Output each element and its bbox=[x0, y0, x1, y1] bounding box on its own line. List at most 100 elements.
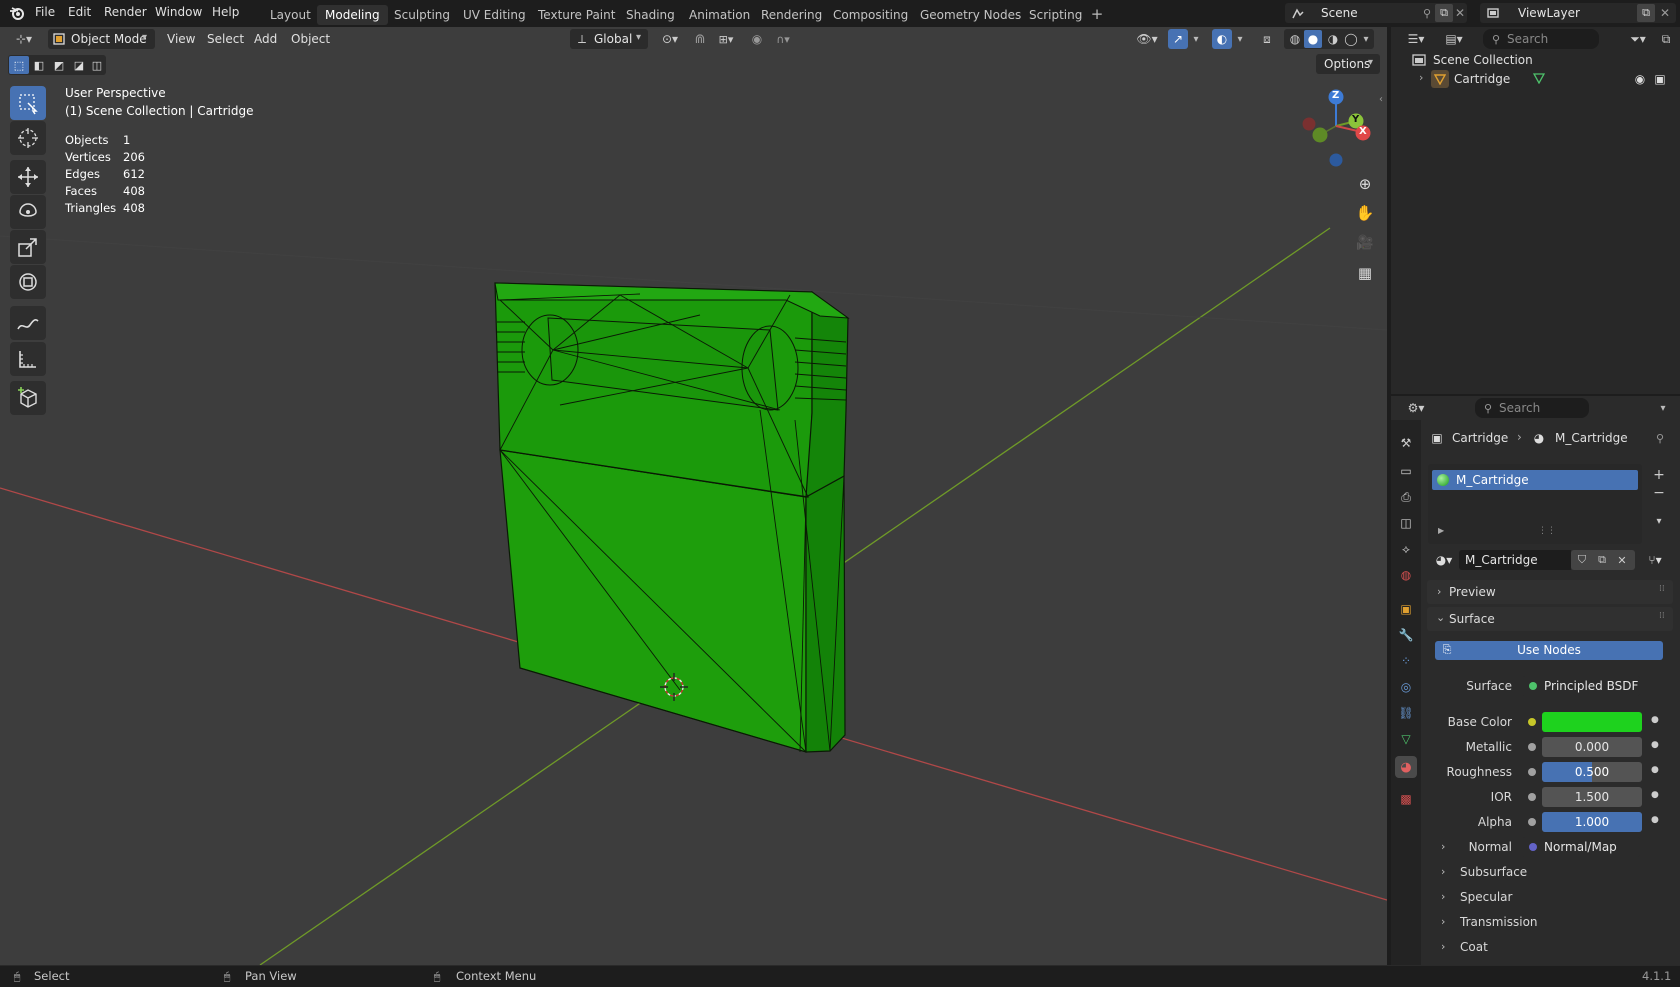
select-subtract-icon[interactable]: ◩ bbox=[49, 56, 69, 74]
tab-layout[interactable]: Layout bbox=[262, 5, 319, 25]
mesh-data-icon[interactable] bbox=[1531, 70, 1547, 86]
menu-window[interactable]: Window bbox=[155, 5, 202, 19]
subpanel-coat[interactable]: Coat bbox=[1460, 940, 1488, 954]
sidebar-toggle-icon[interactable]: ‹ bbox=[1376, 92, 1386, 106]
tab-animation[interactable]: Animation bbox=[681, 5, 758, 25]
physics-tab-icon[interactable]: ◎ bbox=[1397, 678, 1415, 696]
menu-view[interactable]: View bbox=[167, 29, 195, 49]
new-scene-icon[interactable]: ⧉ bbox=[1435, 4, 1453, 22]
keyframe-dot-icon[interactable]: ● bbox=[1651, 715, 1659, 725]
material-slot-item[interactable]: M_Cartridge bbox=[1432, 470, 1638, 490]
tab-rendering[interactable]: Rendering bbox=[753, 5, 830, 25]
keyframe-dot-icon[interactable]: ● bbox=[1651, 790, 1659, 800]
chevron-right-icon[interactable]: › bbox=[1441, 940, 1445, 953]
data-tab-icon[interactable]: ▽ bbox=[1397, 730, 1415, 748]
keyframe-dot-icon[interactable]: ● bbox=[1651, 765, 1659, 775]
scale-tool[interactable] bbox=[10, 230, 46, 264]
menu-help[interactable]: Help bbox=[212, 5, 239, 19]
blender-logo-icon[interactable] bbox=[8, 4, 26, 22]
solid-shading-icon[interactable]: ● bbox=[1304, 30, 1322, 48]
use-nodes-button[interactable]: ⎘ Use Nodes bbox=[1435, 641, 1663, 660]
visibility-icon[interactable]: 👁▾ bbox=[1132, 30, 1162, 48]
camera-icon[interactable]: ▣ bbox=[1651, 70, 1669, 88]
wireframe-shading-icon[interactable]: ◍ bbox=[1286, 30, 1304, 48]
shading-dropdown-icon[interactable]: ▾ bbox=[1360, 30, 1372, 48]
display-mode-icon[interactable]: ▤▾ bbox=[1439, 30, 1469, 48]
overlay-dropdown-icon[interactable]: ▾ bbox=[1234, 30, 1246, 48]
keyframe-dot-icon[interactable]: ● bbox=[1651, 740, 1659, 750]
roughness-field[interactable]: 0.500 bbox=[1542, 762, 1642, 782]
gizmo-z-label[interactable]: Z bbox=[1332, 90, 1339, 101]
gizmo-toggle-icon[interactable]: ↗ bbox=[1168, 29, 1188, 49]
options-dropdown[interactable]: Options ▾ bbox=[1316, 54, 1380, 74]
select-extend-icon[interactable]: ◧ bbox=[29, 56, 49, 74]
delete-view-layer-icon[interactable]: ✕ bbox=[1658, 5, 1672, 21]
slot-link-icon[interactable]: ⑂▾ bbox=[1640, 550, 1670, 570]
select-intersect-icon[interactable]: ◫ bbox=[89, 56, 105, 74]
tab-modeling[interactable]: Modeling bbox=[317, 5, 388, 25]
menu-object[interactable]: Object bbox=[291, 29, 330, 49]
properties-options-icon[interactable]: ▾ bbox=[1655, 399, 1671, 417]
menu-edit[interactable]: Edit bbox=[68, 5, 91, 19]
expand-chevron-icon[interactable]: › bbox=[1419, 71, 1423, 84]
tab-geometry-nodes[interactable]: Geometry Nodes bbox=[912, 5, 1029, 25]
gizmo-dropdown-icon[interactable]: ▾ bbox=[1190, 30, 1202, 48]
editor-type-icon[interactable]: ⊹▾ bbox=[10, 30, 38, 48]
menu-add[interactable]: Add bbox=[254, 29, 277, 49]
tab-uv-editing[interactable]: UV Editing bbox=[455, 5, 534, 25]
scene-tab-icon[interactable]: ⟡ bbox=[1397, 540, 1415, 558]
menu-file[interactable]: File bbox=[35, 5, 55, 19]
fake-user-icon[interactable]: ⛉ bbox=[1573, 551, 1591, 569]
outliner-search[interactable]: ⚲ Search bbox=[1483, 29, 1599, 49]
eye-icon[interactable]: ◉ bbox=[1631, 70, 1649, 88]
pin-icon[interactable]: ⚲ bbox=[1652, 430, 1668, 446]
gizmo-x-label[interactable]: X bbox=[1359, 126, 1367, 137]
overlay-toggle-icon[interactable]: ◐ bbox=[1212, 29, 1232, 49]
transform-tool[interactable] bbox=[10, 265, 46, 299]
subpanel-specular[interactable]: Specular bbox=[1460, 890, 1512, 904]
material-name-field[interactable]: M_Cartridge bbox=[1459, 550, 1571, 570]
tab-sculpting[interactable]: Sculpting bbox=[386, 5, 458, 25]
drag-handle-icon[interactable]: ⁞⁞ bbox=[1659, 584, 1665, 594]
proportional-edit-icon[interactable]: ◉ bbox=[748, 30, 766, 48]
measure-tool[interactable] bbox=[10, 342, 46, 376]
move-tool[interactable] bbox=[10, 160, 46, 194]
add-slot-icon[interactable]: + bbox=[1650, 466, 1668, 484]
snap-icon[interactable]: ⋒ bbox=[690, 30, 710, 48]
select-invert-icon[interactable]: ◪ bbox=[69, 56, 89, 74]
output-tab-icon[interactable]: ⎙ bbox=[1397, 488, 1415, 506]
material-tab-icon[interactable]: ◕ bbox=[1395, 756, 1417, 778]
add-workspace-icon[interactable]: + bbox=[1089, 5, 1105, 23]
rendered-shading-icon[interactable]: ◯ bbox=[1342, 30, 1360, 48]
outliner-editor-type-icon[interactable]: ☰▾ bbox=[1401, 30, 1431, 48]
surface-panel-header[interactable]: ⌄ Surface ⁞⁞ bbox=[1427, 607, 1673, 631]
chevron-right-icon[interactable]: › bbox=[1441, 890, 1445, 903]
tab-shading[interactable]: Shading bbox=[618, 5, 683, 25]
outliner-item-cartridge[interactable]: Cartridge bbox=[1454, 72, 1510, 86]
menu-select[interactable]: Select bbox=[207, 29, 244, 49]
tool-tab-icon[interactable]: ⚒ bbox=[1397, 434, 1415, 452]
chevron-right-icon[interactable]: › bbox=[1441, 915, 1445, 928]
new-view-layer-icon[interactable]: ⧉ bbox=[1637, 4, 1655, 22]
transform-orientation-selector[interactable]: ⟂ Global ▾ bbox=[570, 29, 648, 49]
render-tab-icon[interactable]: ▭ bbox=[1397, 462, 1415, 480]
properties-editor-type-icon[interactable]: ⚙▾ bbox=[1401, 399, 1431, 417]
filter-icon[interactable]: ⏷▾ bbox=[1623, 30, 1653, 48]
resize-handle-icon[interactable]: ⋮⋮ bbox=[1538, 526, 1556, 536]
particles-tab-icon[interactable]: ⁘ bbox=[1397, 652, 1415, 670]
slot-menu-icon[interactable]: ▾ bbox=[1650, 512, 1668, 530]
pin-icon[interactable]: ⚲ bbox=[1419, 5, 1435, 21]
scene-collection-label[interactable]: Scene Collection bbox=[1433, 53, 1533, 67]
modifier-tab-icon[interactable]: 🔧 bbox=[1397, 626, 1415, 644]
pan-hand-icon[interactable]: ✋ bbox=[1352, 200, 1378, 226]
tab-compositing[interactable]: Compositing bbox=[825, 5, 916, 25]
chevron-right-icon[interactable]: › bbox=[1441, 865, 1445, 878]
object-tab-icon[interactable]: ▣ bbox=[1397, 600, 1415, 618]
falloff-icon[interactable]: ∩▾ bbox=[768, 30, 798, 48]
menu-render[interactable]: Render bbox=[104, 5, 147, 19]
cursor-tool[interactable] bbox=[10, 121, 46, 155]
tab-scripting[interactable]: Scripting bbox=[1021, 5, 1090, 25]
xray-icon[interactable]: ⧈ bbox=[1258, 30, 1276, 48]
rotate-tool[interactable] bbox=[10, 195, 46, 229]
properties-search[interactable]: ⚲ Search bbox=[1475, 398, 1589, 418]
